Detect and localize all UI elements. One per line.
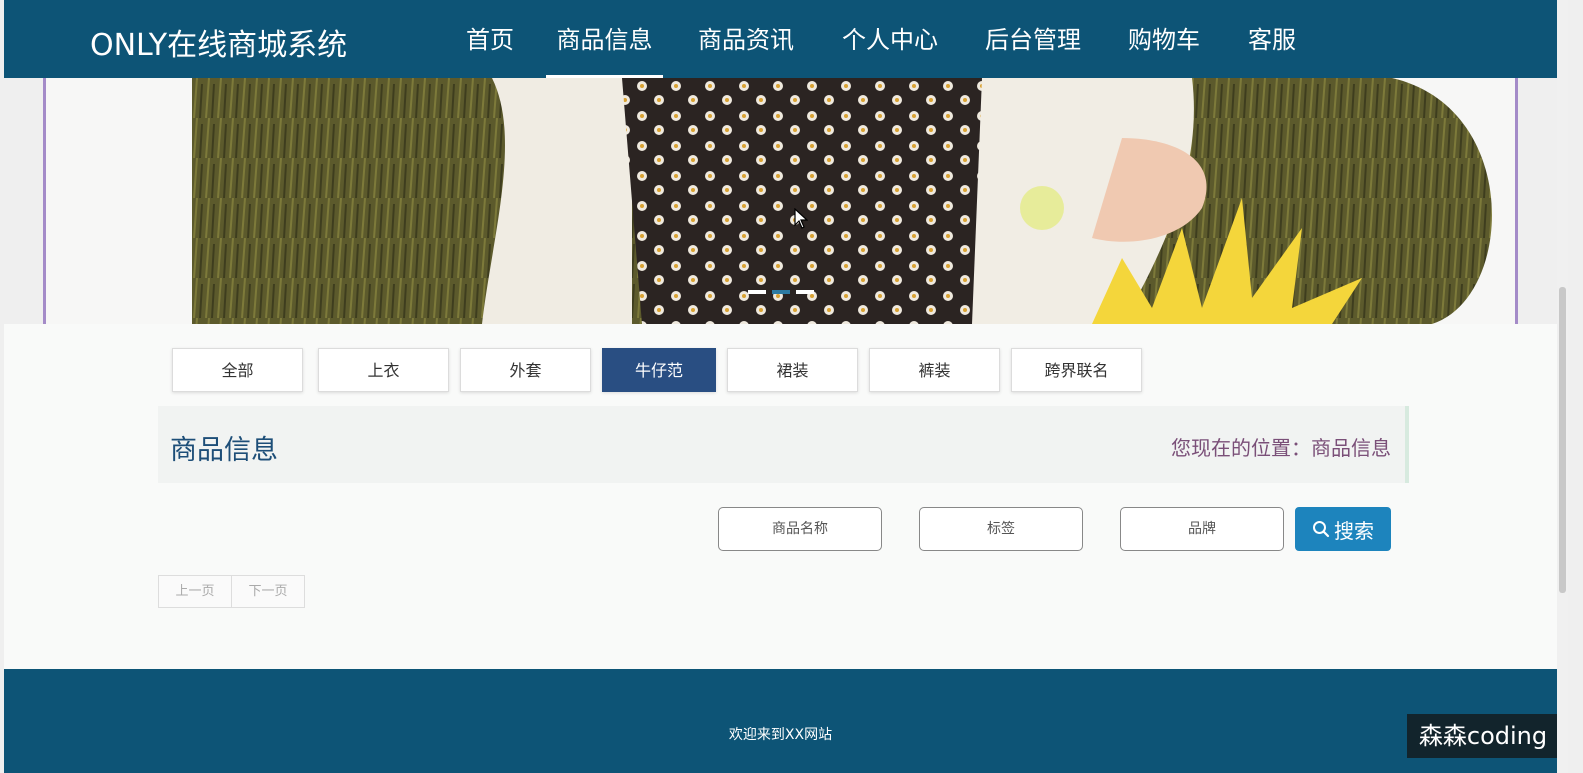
category-denim[interactable]: 牛仔范	[602, 348, 716, 392]
breadcrumb: 您现在的位置：商品信息	[1171, 436, 1391, 460]
brand-input[interactable]	[1120, 507, 1284, 551]
search-button[interactable]: 搜索	[1295, 507, 1391, 551]
search-icon	[1313, 521, 1330, 538]
tag-input[interactable]	[919, 507, 1083, 551]
product-name-input[interactable]	[718, 507, 882, 551]
carousel-dot-1[interactable]	[748, 290, 766, 294]
mouse-cursor-icon	[794, 208, 808, 229]
nav-item-news[interactable]: 商品资讯	[696, 0, 796, 78]
footer-text: 欢迎来到XX网站	[728, 727, 833, 743]
watermark: 森森coding	[1407, 714, 1559, 758]
carousel-dot-3[interactable]	[796, 290, 814, 294]
nav-item-profile[interactable]: 个人中心	[840, 0, 940, 78]
top-navbar: ONLY在线商城系统 首页 商品信息 商品资讯 个人中心 后台管理 购物车 客服	[4, 0, 1557, 78]
page-title: 商品信息	[170, 435, 278, 466]
nav-item-home[interactable]: 首页	[460, 0, 520, 78]
prev-page-button[interactable]: 上一页	[158, 575, 232, 608]
site-brand[interactable]: ONLY在线商城系统	[90, 20, 347, 64]
category-skirts[interactable]: 裙装	[727, 348, 858, 392]
section-header: 商品信息 您现在的位置：商品信息	[158, 406, 1409, 483]
scrollbar[interactable]	[1557, 0, 1568, 773]
category-coats[interactable]: 外套	[460, 348, 591, 392]
category-collab[interactable]: 跨界联名	[1011, 348, 1142, 392]
category-tops[interactable]: 上衣	[318, 348, 449, 392]
next-page-button[interactable]: 下一页	[231, 575, 305, 608]
nav-item-cart[interactable]: 购物车	[1126, 0, 1202, 78]
category-all[interactable]: 全部	[172, 348, 303, 392]
nav-item-admin[interactable]: 后台管理	[983, 0, 1083, 78]
carousel-dot-2[interactable]	[772, 290, 790, 294]
banner-image[interactable]	[192, 78, 1514, 324]
category-pants[interactable]: 裤装	[869, 348, 1000, 392]
nav-item-products[interactable]: 商品信息	[546, 0, 663, 78]
footer: 欢迎来到XX网站	[4, 669, 1557, 773]
scrollbar-thumb[interactable]	[1559, 287, 1566, 593]
search-button-label: 搜索	[1334, 520, 1374, 543]
nav-item-service[interactable]: 客服	[1246, 0, 1298, 78]
